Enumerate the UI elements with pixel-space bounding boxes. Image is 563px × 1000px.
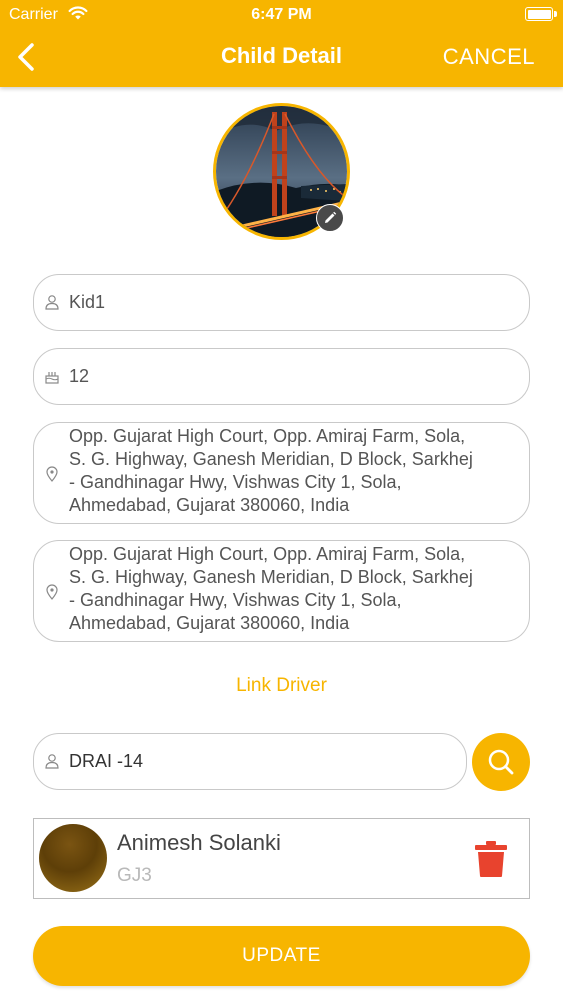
name-field[interactable]: Kid1 [33, 274, 530, 331]
drop-address-field[interactable]: Opp. Gujarat High Court, Opp. Amiraj Far… [33, 540, 530, 642]
age-input[interactable]: 12 [69, 366, 511, 387]
drop-address-text[interactable]: Opp. Gujarat High Court, Opp. Amiraj Far… [69, 543, 511, 635]
address-line: S. G. Highway, Ganesh Meridian, D Block,… [69, 567, 473, 587]
location-pin-icon [44, 584, 60, 600]
pencil-icon [325, 211, 337, 223]
cake-icon [44, 368, 60, 384]
battery-icon [525, 7, 557, 21]
name-input[interactable]: Kid1 [69, 292, 511, 313]
trash-icon [475, 841, 507, 877]
search-icon [488, 749, 514, 775]
driver-avatar [39, 824, 107, 892]
pickup-address-text[interactable]: Opp. Gujarat High Court, Opp. Amiraj Far… [69, 425, 511, 517]
linked-driver-card: Animesh Solanki GJ3 [33, 818, 530, 899]
driver-search-field[interactable]: DRAI -14 [33, 733, 467, 790]
address-line: Ahmedabad, Gujarat 380060, India [69, 495, 350, 515]
status-bar: Carrier 6:47 PM [0, 0, 563, 30]
user-icon [44, 753, 60, 769]
address-line: S. G. Highway, Ganesh Meridian, D Block,… [69, 449, 473, 469]
address-line: Opp. Gujarat High Court, Opp. Amiraj Far… [69, 426, 466, 446]
cancel-button[interactable]: CANCEL [443, 44, 535, 70]
address-line: - Gandhinagar Hwy, Vishwas City 1, Sola, [69, 590, 402, 610]
pickup-address-field[interactable]: Opp. Gujarat High Court, Opp. Amiraj Far… [33, 422, 530, 524]
driver-search-button[interactable] [472, 733, 530, 791]
app-header: Carrier 6:47 PM Child Detail CANCEL [0, 0, 563, 87]
location-pin-icon [44, 466, 60, 482]
driver-search-input[interactable]: DRAI -14 [69, 751, 448, 772]
address-line: Opp. Gujarat High Court, Opp. Amiraj Far… [69, 544, 466, 564]
driver-code: GJ3 [117, 865, 152, 886]
edit-photo-button[interactable] [316, 204, 344, 232]
update-button[interactable]: UPDATE [33, 926, 530, 986]
driver-name: Animesh Solanki [117, 830, 281, 855]
age-field[interactable]: 12 [33, 348, 530, 405]
clock: 6:47 PM [251, 6, 312, 23]
delete-driver-button[interactable] [474, 840, 508, 878]
child-photo[interactable] [213, 103, 350, 240]
address-line: Ahmedabad, Gujarat 380060, India [69, 613, 350, 633]
link-driver-button[interactable]: Link Driver [0, 675, 563, 697]
address-line: - Gandhinagar Hwy, Vishwas City 1, Sola, [69, 472, 402, 492]
user-icon [44, 294, 60, 310]
